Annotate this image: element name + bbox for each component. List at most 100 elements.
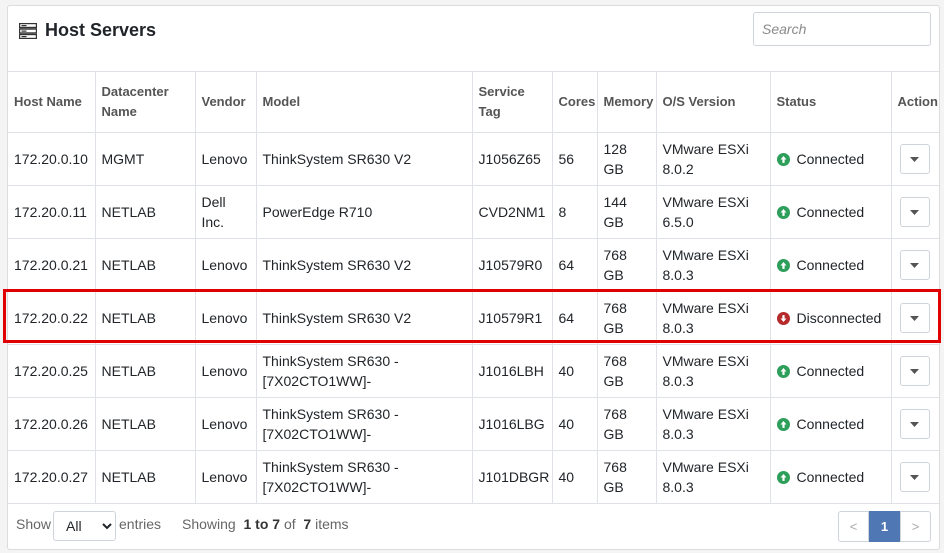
row-action-dropdown-button[interactable] (899, 197, 930, 227)
cores-cell: 8 (551, 185, 598, 239)
status-text: Disconnected (796, 310, 882, 326)
items-label: items (315, 516, 349, 532)
model-cell: ThinkSystem SR630 -[7X02CTO1WW]- (255, 397, 473, 451)
disconnected-icon (776, 311, 790, 325)
caret-down-icon (910, 368, 919, 374)
connected-icon (776, 364, 790, 378)
show-label: Show (16, 516, 52, 532)
os-version-cell: VMware ESXi 8.0.3 (655, 238, 771, 292)
table-row: 172.20.0.25 NETLAB Lenovo ThinkSystem SR630… (8, 344, 939, 398)
status-indicator: Connected (776, 255, 885, 275)
row-action-dropdown-button[interactable] (899, 303, 930, 333)
cores-cell: 40 (551, 450, 598, 504)
page-title: Host Servers (19, 20, 156, 41)
column-header-datacenter-name[interactable]: Datacenter Name (94, 71, 196, 133)
datacenter-cell: NETLAB (94, 344, 196, 398)
host-name-cell: 172.20.0.26 (8, 397, 96, 451)
memory-cell: 768 GB (596, 291, 657, 345)
memory-cell: 768 GB (596, 238, 657, 292)
row-action-dropdown-button[interactable] (899, 144, 930, 174)
column-header-status[interactable]: Status (769, 71, 892, 133)
status-text: Connected (796, 204, 865, 220)
table-row: 172.20.0.11 NETLAB Dell Inc. PowerEdge R710… (8, 185, 939, 239)
vendor-cell: Lenovo (194, 397, 257, 451)
memory-cell: 768 GB (596, 344, 657, 398)
memory-cell: 144 GB (596, 185, 657, 239)
column-header-cores[interactable]: Cores (551, 71, 598, 133)
vendor-cell: Lenovo (194, 291, 257, 345)
host-name-cell: 172.20.0.25 (8, 344, 96, 398)
search-input[interactable] (753, 12, 931, 46)
datacenter-cell: NETLAB (94, 238, 196, 292)
table-row: 172.20.0.21 NETLAB Lenovo ThinkSystem SR630… (8, 238, 939, 292)
column-header-vendor[interactable]: Vendor (194, 71, 257, 133)
table-row: 172.20.0.10 MGMT Lenovo ThinkSystem SR630 V… (8, 132, 939, 186)
status-text: Connected (796, 363, 865, 379)
memory-cell: 128 GB (596, 132, 657, 186)
status-cell: Connected (769, 344, 892, 398)
prev-page-button[interactable]: < (838, 511, 869, 542)
table-footer: Show All entries Showing 1 to 7 of 7 ite… (7, 508, 940, 550)
showing-range: 1 to 7 (243, 516, 281, 532)
table-row: 172.20.0.27 NETLAB Lenovo ThinkSystem SR630… (8, 450, 939, 504)
connected-icon (776, 205, 790, 219)
next-page-button[interactable]: > (900, 511, 931, 542)
status-indicator: Connected (776, 361, 885, 381)
cores-cell: 40 (551, 397, 598, 451)
action-cell (890, 397, 939, 451)
cores-cell: 56 (551, 132, 598, 186)
connected-icon (776, 152, 790, 166)
caret-down-icon (910, 315, 919, 321)
cores-cell: 64 (551, 291, 598, 345)
model-cell: PowerEdge R710 (255, 185, 473, 239)
cores-cell: 40 (551, 344, 598, 398)
column-header-os-version[interactable]: O/S Version (655, 71, 771, 133)
datacenter-cell: MGMT (94, 132, 196, 186)
page-1-button[interactable]: 1 (869, 511, 900, 542)
vendor-cell: Lenovo (194, 132, 257, 186)
status-text: Connected (796, 469, 865, 485)
model-cell: ThinkSystem SR630 -[7X02CTO1WW]- (255, 344, 473, 398)
column-header-action: Action (890, 71, 939, 133)
column-header-memory[interactable]: Memory (596, 71, 657, 133)
os-version-cell: VMware ESXi 8.0.3 (655, 291, 771, 345)
action-cell (890, 450, 939, 504)
action-cell (890, 132, 939, 186)
row-action-dropdown-button[interactable] (899, 409, 930, 439)
status-cell: Connected (769, 450, 892, 504)
entries-label: entries (119, 516, 162, 532)
caret-down-icon (910, 156, 919, 162)
total-count: 7 (303, 516, 312, 532)
vendor-cell: Lenovo (194, 344, 257, 398)
row-action-dropdown-button[interactable] (899, 250, 930, 280)
os-version-cell: VMware ESXi 8.0.3 (655, 344, 771, 398)
column-header-host-name[interactable]: Host Name (8, 71, 96, 133)
vendor-cell: Lenovo (194, 238, 257, 292)
status-indicator: Connected (776, 467, 885, 487)
status-cell: Connected (769, 238, 892, 292)
action-cell (890, 344, 939, 398)
host-servers-panel: Host Servers Host Name Datacenter Name V… (7, 5, 940, 550)
action-cell (890, 238, 939, 292)
caret-down-icon (910, 209, 919, 215)
row-action-dropdown-button[interactable] (899, 356, 930, 386)
status-cell: Disconnected (769, 291, 892, 345)
page-title-text: Host Servers (45, 20, 157, 40)
status-indicator: Connected (776, 414, 885, 434)
service-tag-cell: J1016LBH (471, 344, 553, 398)
os-version-cell: VMware ESXi 6.5.0 (655, 185, 771, 239)
os-version-cell: VMware ESXi 8.0.2 (655, 132, 771, 186)
vendor-cell: Lenovo (194, 450, 257, 504)
service-tag-cell: J1056Z65 (471, 132, 553, 186)
column-header-service-tag[interactable]: Service Tag (471, 71, 553, 133)
service-tag-cell: J10579R0 (471, 238, 553, 292)
row-action-dropdown-button[interactable] (899, 462, 930, 492)
connected-icon (776, 417, 790, 431)
page-size-select[interactable]: All (53, 511, 116, 541)
host-name-cell: 172.20.0.22 (8, 291, 96, 345)
table-row: 172.20.0.22 NETLAB Lenovo ThinkSystem SR630… (8, 291, 939, 345)
column-header-model[interactable]: Model (255, 71, 473, 133)
status-cell: Connected (769, 132, 892, 186)
connected-icon (776, 258, 790, 272)
status-text: Connected (796, 151, 865, 167)
